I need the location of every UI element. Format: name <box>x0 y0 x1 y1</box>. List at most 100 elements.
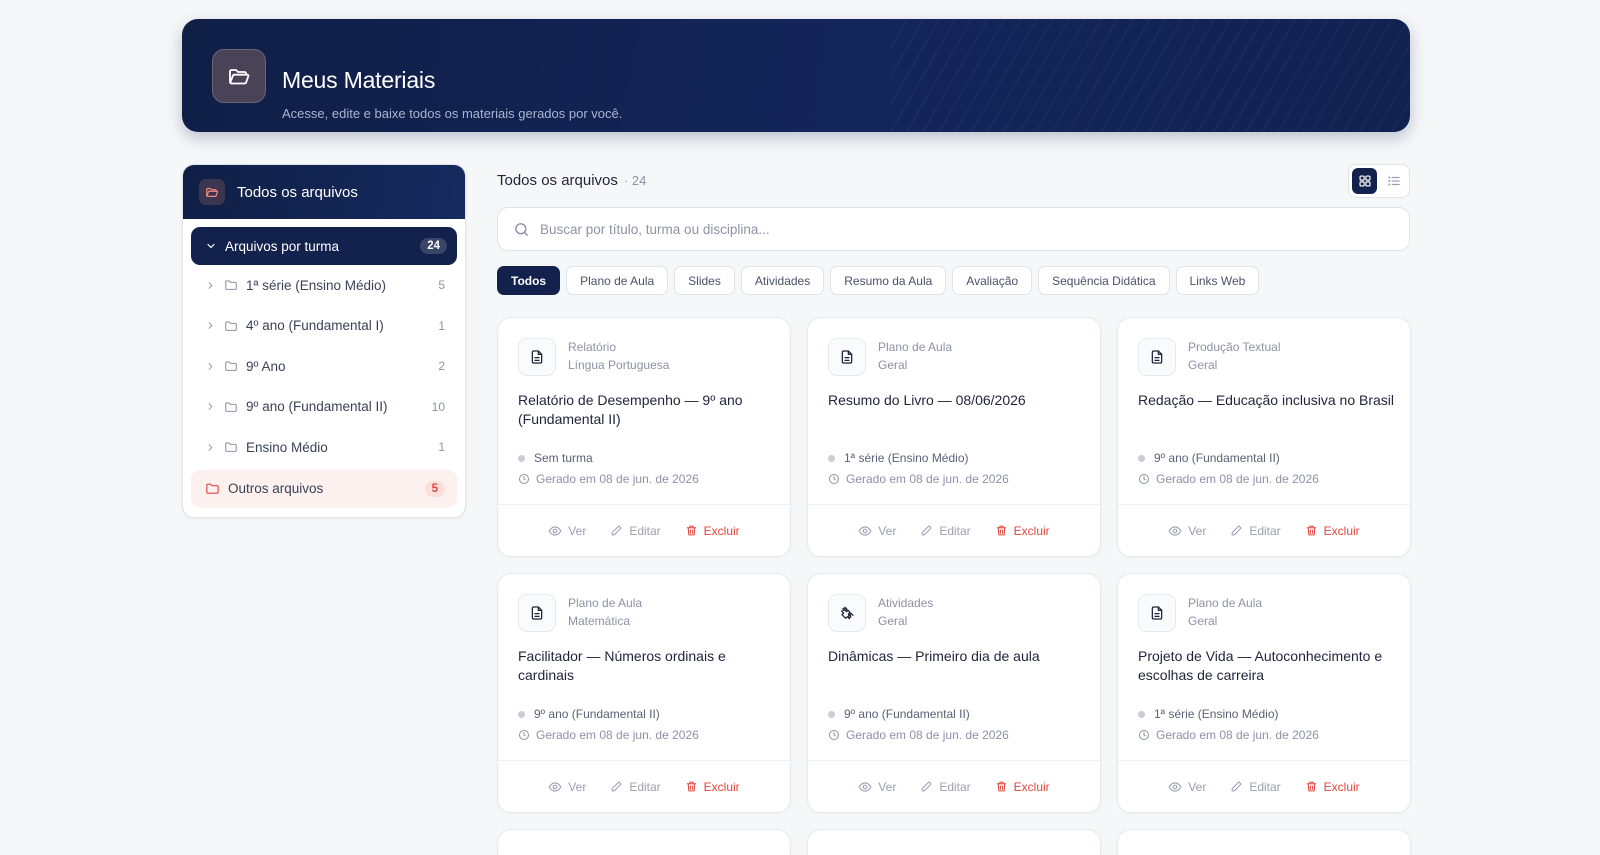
folder-icon <box>224 400 238 414</box>
view-button[interactable]: Ver <box>1168 780 1206 794</box>
filter-chip[interactable]: Sequência Didática <box>1038 266 1170 295</box>
material-subject: Geral <box>878 358 908 372</box>
delete-button[interactable]: Excluir <box>1305 524 1360 538</box>
clock-icon <box>518 473 530 485</box>
sidebar-group-by-class[interactable]: Arquivos por turma 24 <box>191 227 457 265</box>
clock-icon <box>518 729 530 741</box>
sidebar-item-other-files[interactable]: Outros arquivos 5 <box>191 469 457 508</box>
filter-chip[interactable]: Todos <box>497 266 561 295</box>
material-card[interactable]: Relatório Língua Portuguesa Relatório de… <box>497 317 791 557</box>
sidebar-header[interactable]: Todos os arquivos <box>183 165 465 219</box>
filter-chip[interactable]: Plano de Aula <box>566 266 669 295</box>
view-button[interactable]: Ver <box>858 524 896 538</box>
sidebar-item-count: 5 <box>438 278 445 293</box>
chevron-right-icon <box>205 401 216 412</box>
list-icon <box>1387 174 1401 188</box>
dot-icon <box>828 454 835 462</box>
material-class: 9º ano (Fundamental II) <box>828 707 970 721</box>
folder-icon <box>224 278 238 292</box>
dot-icon <box>518 454 525 462</box>
dot-icon <box>828 710 835 718</box>
clock-icon <box>1138 473 1150 485</box>
sidebar-item-class[interactable]: 1ª série (Ensino Médio) 5 <box>183 265 465 306</box>
delete-button[interactable]: Excluir <box>995 524 1050 538</box>
edit-button[interactable]: Editar <box>610 523 661 538</box>
grid-view-button[interactable] <box>1352 168 1377 194</box>
material-subject: Língua Portuguesa <box>568 358 670 372</box>
view-button[interactable]: Ver <box>548 524 586 538</box>
material-card[interactable]: Plano de Aula Geral Resumo do Livro — 08… <box>807 317 1101 557</box>
edit-button[interactable]: Editar <box>610 779 661 794</box>
delete-button[interactable]: Excluir <box>685 524 740 538</box>
material-class-label: 9º ano (Fundamental II) <box>844 707 970 721</box>
material-class: 9º ano (Fundamental II) <box>518 707 660 721</box>
edit-label: Editar <box>629 779 661 794</box>
eye-icon <box>548 780 562 794</box>
eye-icon <box>858 780 872 794</box>
edit-label: Editar <box>629 523 661 538</box>
sidebar-item-class[interactable]: 4º ano (Fundamental I) 1 <box>183 306 465 347</box>
material-class: 1ª série (Ensino Médio) <box>828 451 969 465</box>
material-card[interactable] <box>497 829 791 855</box>
edit-label: Editar <box>939 523 971 538</box>
sidebar-item-class[interactable]: 9º ano (Fundamental II) 10 <box>183 387 465 428</box>
sidebar-item-count: 2 <box>438 359 445 374</box>
view-button[interactable]: Ver <box>548 780 586 794</box>
material-date-label: Gerado em 08 de jun. de 2026 <box>536 472 699 486</box>
material-card[interactable] <box>1117 829 1411 855</box>
material-card[interactable]: Plano de Aula Matemática Facilitador — N… <box>497 573 791 813</box>
material-card[interactable]: Atividades Geral Dinâmicas — Primeiro di… <box>807 573 1101 813</box>
edit-button[interactable]: Editar <box>920 523 971 538</box>
sidebar-item-label: Outros arquivos <box>228 481 324 496</box>
sidebar-title: Todos os arquivos <box>237 183 358 201</box>
filter-chip[interactable]: Links Web <box>1175 266 1260 295</box>
edit-label: Editar <box>1249 779 1281 794</box>
delete-button[interactable]: Excluir <box>995 780 1050 794</box>
trash-icon <box>995 780 1008 793</box>
material-title: Redação — Educação inclusiva no Brasil <box>1138 392 1395 408</box>
material-type: Plano de Aula <box>568 596 643 610</box>
view-button[interactable]: Ver <box>1168 524 1206 538</box>
edit-button[interactable]: Editar <box>1230 779 1281 794</box>
edit-button[interactable]: Editar <box>920 780 971 794</box>
clock-icon <box>1138 729 1150 741</box>
material-title: Facilitador — Números ordinais e cardina… <box>518 648 726 683</box>
document-icon <box>518 338 556 376</box>
list-view-button[interactable] <box>1381 168 1406 194</box>
eye-icon <box>1168 524 1182 538</box>
material-class-label: 9º ano (Fundamental II) <box>1154 451 1280 465</box>
section-title-label: Todos os arquivos <box>497 172 618 189</box>
material-date: Gerado em 08 de jun. de 2026 <box>1138 728 1319 742</box>
grid-icon <box>1358 174 1372 188</box>
dot-icon <box>1138 710 1145 718</box>
section-title: Todos os arquivos · 24 <box>497 172 646 189</box>
pencil-icon <box>610 524 623 537</box>
sidebar-item-class[interactable]: Ensino Médio 1 <box>183 427 465 468</box>
delete-label: Excluir <box>1323 779 1360 794</box>
view-button[interactable]: Ver <box>858 780 896 794</box>
material-class-label: 9º ano (Fundamental II) <box>534 707 660 721</box>
folder-sidebar: Todos os arquivos Arquivos por turma 24 … <box>182 164 466 518</box>
delete-button[interactable]: Excluir <box>1305 780 1360 794</box>
filter-chip[interactable]: Slides <box>674 266 735 295</box>
count-badge: 24 <box>420 238 447 254</box>
search-input[interactable] <box>540 221 1340 237</box>
view-toggle <box>1348 164 1410 198</box>
filter-chip[interactable]: Avaliação <box>952 266 1033 295</box>
filter-chip[interactable]: Resumo da Aula <box>830 266 947 295</box>
material-card[interactable]: Plano de Aula Geral Projeto de Vida — Au… <box>1117 573 1411 813</box>
folder-open-icon <box>199 179 225 205</box>
material-date-label: Gerado em 08 de jun. de 2026 <box>1156 728 1319 742</box>
delete-button[interactable]: Excluir <box>685 780 740 794</box>
delete-label: Excluir <box>1013 523 1050 538</box>
filter-chip[interactable]: Atividades <box>740 266 825 295</box>
sidebar-item-class[interactable]: 9º Ano 2 <box>183 346 465 387</box>
material-card[interactable]: Produção Textual Geral Redação — Educaçã… <box>1117 317 1411 557</box>
material-date: Gerado em 08 de jun. de 2026 <box>828 472 1009 486</box>
edit-button[interactable]: Editar <box>1230 524 1281 538</box>
section-count: · 24 <box>623 173 647 188</box>
material-type: Relatório <box>568 340 617 354</box>
material-card[interactable] <box>807 829 1101 855</box>
folder-icon <box>224 440 238 454</box>
material-subject: Geral <box>1188 614 1218 628</box>
